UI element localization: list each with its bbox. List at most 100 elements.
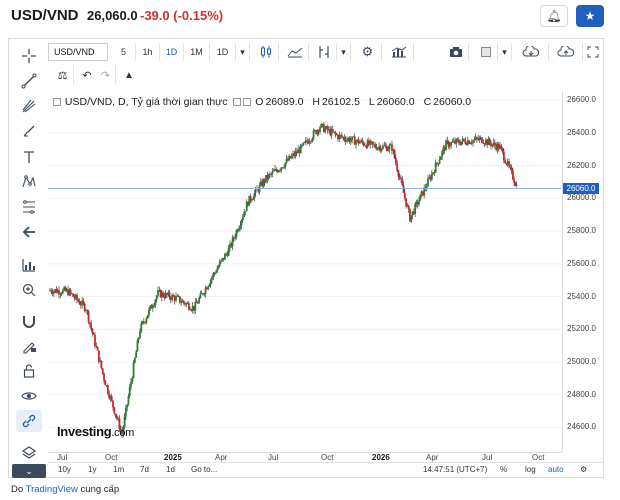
pattern-icon[interactable] [16,171,42,193]
compare-button[interactable] [384,43,414,61]
candle-body [211,277,213,280]
candle-body [100,360,103,369]
settings-button[interactable]: ⚙ [354,43,382,61]
load-layout-button[interactable] [513,43,549,61]
text-icon[interactable] [16,146,42,168]
indicators-caret[interactable]: ▾ [337,43,351,61]
magnet-icon[interactable] [16,310,42,332]
collapse-toolbar-button[interactable]: ⌄ [12,464,46,478]
range-10y[interactable]: 10y [58,465,71,474]
symbol-input[interactable]: USD/VND [48,43,108,61]
range-7d[interactable]: 7d [140,465,149,474]
candle-body [96,346,99,351]
candle-body [371,141,374,145]
candle-body [502,151,505,161]
color-button[interactable] [474,43,498,61]
last-price: 26,060.0 [87,8,138,23]
candle-body [397,170,400,177]
candle-body [77,299,80,302]
percent-toggle[interactable]: % [500,465,507,474]
trend-line-icon[interactable] [16,70,42,92]
auto-toggle[interactable]: auto [548,465,564,474]
range-1d[interactable]: 1d [166,465,175,474]
candle-body [393,150,396,159]
add-alert-button[interactable]: 🔔︎ [540,5,568,27]
color-caret[interactable]: ▾ [498,43,512,61]
candle-body [91,328,94,334]
price-chart[interactable] [48,92,561,452]
redo-button[interactable]: ↷ [96,66,116,84]
interval-5[interactable]: 5 [112,43,136,61]
candle-body [343,137,346,140]
legend-settings-icon[interactable] [233,98,242,107]
candle-body [187,303,190,310]
save-layout-button[interactable] [549,43,583,61]
legend-close-icon[interactable] [243,98,252,107]
price-tick-label: 26200.0 [567,160,596,170]
candle-body [340,135,343,138]
screenshot-button[interactable] [443,43,469,61]
candle-style-button[interactable] [253,43,279,61]
lock-pencil-icon[interactable] [16,335,42,357]
brush-icon[interactable] [16,120,42,142]
undo-button[interactable]: ↶ [78,66,96,84]
attribution-prefix: Do [11,484,24,495]
chart-legend: USD/VND, D, Tỷ giá thời gian thực O 26089… [52,96,473,108]
candle-body [238,227,240,232]
arrow-back-icon[interactable] [16,221,42,243]
zoom-in-icon[interactable] [16,279,42,301]
candle-body [391,144,393,151]
interval-caret[interactable]: ▾ [236,43,250,61]
pitchfork-icon[interactable] [16,95,42,117]
interval-1d[interactable]: 1D [160,43,184,61]
balance-button[interactable]: ⚖ [52,66,74,84]
interval-1h[interactable]: 1h [136,43,160,61]
watchlist-button[interactable]: ★ [576,5,604,27]
candle-body [95,346,98,347]
candle-body [110,396,113,401]
area-style-button[interactable] [281,43,309,61]
candle-body [180,302,183,304]
range-1y[interactable]: 1y [88,465,96,474]
log-toggle[interactable]: log [525,465,536,474]
candle-body [319,127,321,132]
layers-icon[interactable] [16,442,42,464]
fib-icon[interactable] [16,196,42,218]
attribution: Do TradingView cung cấp [11,484,119,495]
candle-body [244,211,247,213]
eye-icon[interactable] [16,385,42,407]
fullscreen-button[interactable] [583,43,603,61]
measure-icon[interactable] [16,254,42,276]
interval-dropdown[interactable]: 1D [210,43,236,61]
candle-body [140,323,143,332]
price-tick-label: 26400.0 [567,127,596,137]
candle-body [87,311,90,323]
candle-body [155,295,158,300]
goto-button[interactable]: Go to... [191,465,217,474]
candle-body [203,293,206,295]
tradingview-link[interactable]: TradingView [26,484,78,495]
candle-body [509,166,512,168]
range-1m[interactable]: 1m [113,465,124,474]
link-icon[interactable] [16,410,42,432]
candle-body [208,284,211,287]
legend-low: 26060.0 [376,96,415,108]
settings-icon[interactable]: ⚙ [580,465,587,474]
indicators-button[interactable] [311,43,337,61]
candle-body [270,173,273,175]
compare-icon [391,46,406,58]
candle-body [104,380,107,386]
candle-body [101,368,104,374]
legend-collapse-icon[interactable] [53,98,61,107]
settings-icon: ⚙ [361,44,374,59]
candle-body [151,306,154,309]
add-chart-alert-button[interactable]: ▲ [118,66,140,84]
candle-body [209,279,212,285]
lock-icon[interactable] [16,360,42,382]
candle-body [427,178,429,187]
crosshair-icon[interactable] [16,45,42,67]
candle-body [370,140,373,142]
interval-1m[interactable]: 1M [184,43,210,61]
candle-body [154,299,157,305]
undo-icon: ↶ [82,69,92,82]
